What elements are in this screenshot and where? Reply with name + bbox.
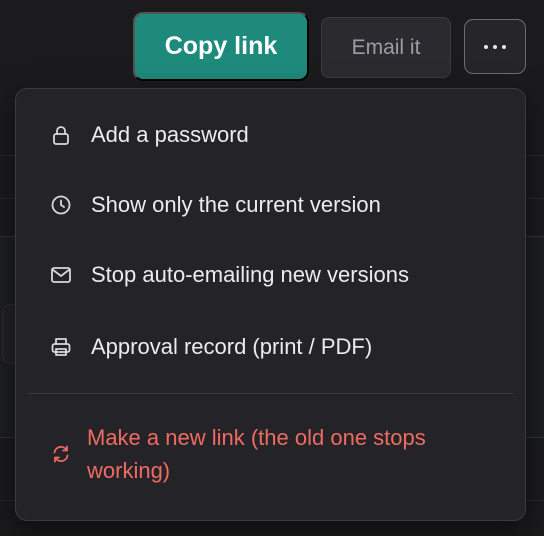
- copy-link-button[interactable]: Copy link: [133, 12, 309, 81]
- lock-icon: [50, 124, 72, 146]
- menu-item-label: Approval record (print / PDF): [91, 334, 373, 359]
- menu-item-make-new-link[interactable]: Make a new link (the old one stops worki…: [16, 421, 525, 487]
- refresh-icon: [50, 443, 72, 465]
- menu-item-label: Add a password: [91, 122, 249, 147]
- menu-divider: [28, 393, 513, 394]
- menu-item-label: Make a new link (the old one stops worki…: [87, 425, 426, 483]
- ellipsis-icon: [484, 44, 506, 49]
- printer-icon: [50, 336, 72, 358]
- menu-item-stop-auto-email[interactable]: Stop auto-emailing new versions: [16, 258, 525, 291]
- clock-icon: [50, 194, 72, 216]
- email-it-button[interactable]: Email it: [321, 17, 451, 78]
- mail-icon: [50, 264, 72, 286]
- menu-item-add-password[interactable]: Add a password: [16, 118, 525, 151]
- menu-item-show-current-version[interactable]: Show only the current version: [16, 188, 525, 221]
- share-panel: Copy link Email it Add a password Show o…: [0, 0, 544, 536]
- menu-item-label: Stop auto-emailing new versions: [91, 262, 409, 287]
- more-options-button[interactable]: [464, 19, 526, 74]
- menu-item-label: Show only the current version: [91, 192, 381, 217]
- more-options-menu: Add a password Show only the current ver…: [15, 88, 526, 521]
- menu-item-approval-record[interactable]: Approval record (print / PDF): [16, 330, 525, 363]
